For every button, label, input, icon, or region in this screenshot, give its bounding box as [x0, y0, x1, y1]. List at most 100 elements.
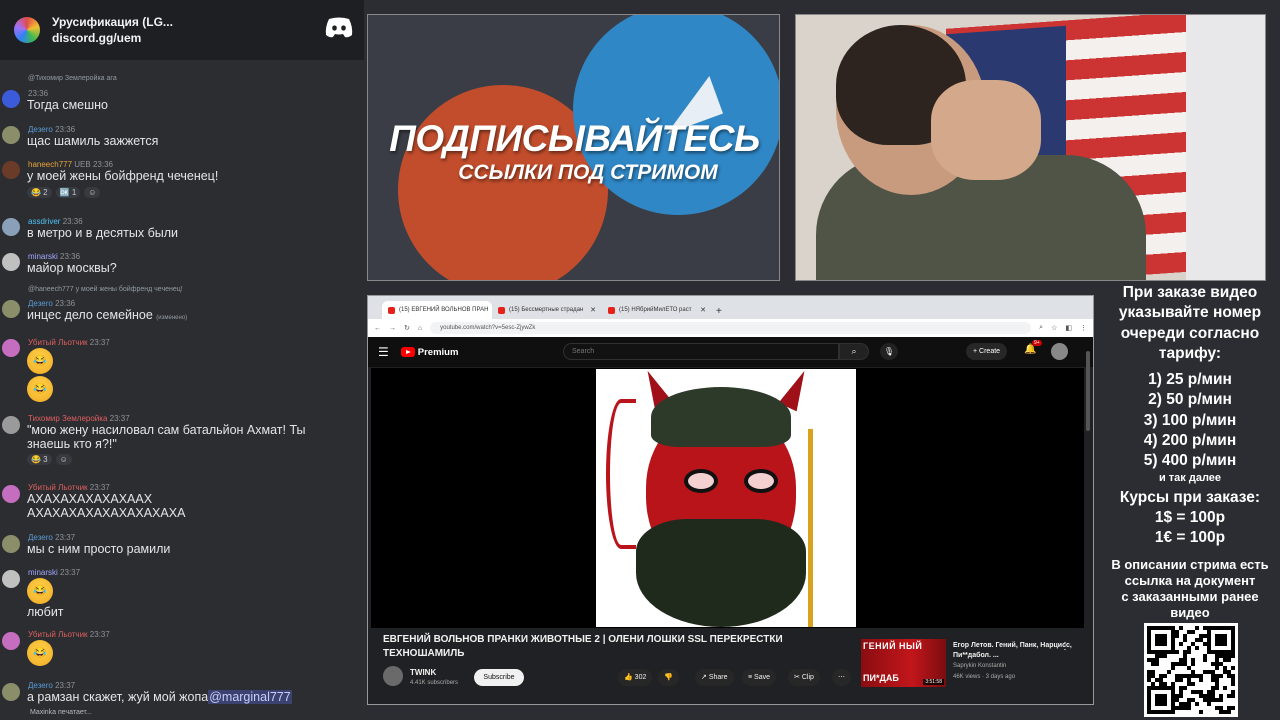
avatar[interactable]: [2, 300, 20, 318]
avatar[interactable]: [2, 683, 20, 701]
message-author[interactable]: Дезеrо: [28, 299, 53, 308]
qr-module: [1203, 658, 1207, 662]
message-author[interactable]: minarski: [28, 252, 58, 261]
message-time: 23:37: [89, 483, 110, 492]
message-author[interactable]: Дезеrо: [28, 125, 53, 134]
reaction[interactable]: ☺: [84, 187, 101, 198]
avatar[interactable]: [2, 632, 20, 650]
video-player[interactable]: [371, 368, 1084, 628]
qr-module: [1171, 710, 1175, 714]
qr-module: [1175, 634, 1179, 638]
close-icon[interactable]: ✕: [700, 306, 706, 314]
message-author[interactable]: minarski: [28, 568, 58, 577]
user-mention[interactable]: @marginal777: [208, 690, 292, 704]
message-time: 23:37: [109, 414, 130, 423]
address-bar: ← → ↻ ⌂ youtube.com/watch?v=5esc-ZjywZk …: [368, 319, 1093, 337]
message-time: 23:37: [55, 533, 76, 542]
qr-module: [1179, 678, 1183, 682]
message-author[interactable]: Тихомир Землеройка: [28, 414, 107, 423]
recommended-thumbnail[interactable]: ГЕНИЙ НЫЙ ПИ*ДАБ 3:51:58: [861, 639, 946, 687]
forward-icon[interactable]: →: [389, 325, 396, 332]
thumbs-up-icon: 👍: [624, 674, 633, 681]
reply-preview[interactable]: @Тихомир Землеройка ага: [28, 75, 117, 82]
reload-icon[interactable]: ↻: [404, 324, 410, 332]
like-button[interactable]: 👍 302: [618, 669, 653, 686]
reaction[interactable]: 🆗 1: [55, 187, 81, 198]
new-tab-icon[interactable]: +: [716, 306, 722, 317]
channel-avatar[interactable]: [383, 666, 403, 686]
qr-module: [1163, 654, 1167, 658]
qr-code[interactable]: [1144, 623, 1238, 717]
search-icon[interactable]: ⌕: [839, 343, 869, 360]
message-author[interactable]: assdriver: [28, 217, 60, 226]
youtube-logo[interactable]: Premium: [400, 346, 459, 358]
back-icon[interactable]: ←: [374, 325, 381, 332]
recommended-title[interactable]: Егор Летов. Гений, Панк, Нарцисс, Пи**да…: [953, 641, 1073, 661]
reaction[interactable]: ☺: [55, 454, 72, 465]
channel-name[interactable]: TWINK: [410, 668, 436, 677]
browser-tab[interactable]: (15) Бессмертные страдан ✕: [492, 301, 602, 319]
close-icon[interactable]: ✕: [590, 306, 596, 314]
devil-beard: [636, 519, 806, 627]
joy-emoji-icon: 😂: [27, 376, 53, 402]
youtube-favicon-icon: [608, 306, 615, 314]
tab-title: (15) НЯбрийМилЕТО раст: [619, 307, 692, 313]
hamburger-menu-icon[interactable]: ☰: [378, 345, 389, 359]
avatar[interactable]: [2, 485, 20, 503]
avatar[interactable]: [2, 416, 20, 434]
more-actions-icon[interactable]: ⋯: [832, 669, 851, 686]
video-title-line2: ТЕХНОШАМИЛЬ: [383, 648, 465, 659]
more-options-icon[interactable]: ⋮: [1060, 641, 1070, 652]
extensions-icon[interactable]: ◧: [1065, 324, 1072, 332]
home-icon[interactable]: ⌂: [418, 325, 422, 332]
message-time: 23:37: [89, 630, 110, 639]
share-icon: ↗: [701, 674, 707, 681]
save-button[interactable]: ≡ Save: [742, 669, 777, 686]
rates-title: Курсы при заказе:: [1119, 488, 1261, 506]
clip-button[interactable]: ✂ Clip: [788, 669, 820, 686]
reply-preview[interactable]: @haneech777 у моей жены бойфренд чеченец…: [28, 286, 183, 293]
joy-emoji-icon: 😂: [27, 578, 53, 604]
avatar[interactable]: [2, 339, 20, 357]
microphone-icon[interactable]: 🎙: [880, 343, 898, 360]
dislike-button[interactable]: 👎: [658, 669, 679, 686]
url-field[interactable]: youtube.com/watch?v=5esc-ZjywZk: [430, 322, 1032, 334]
reaction[interactable]: 😂 3: [27, 454, 52, 465]
browser-tab[interactable]: (15) НЯбрийМилЕТО раст ✕: [602, 301, 712, 319]
info-line: тарифу:: [1158, 344, 1222, 362]
page-scrollbar[interactable]: [1086, 351, 1090, 431]
message-author[interactable]: Дезеrо: [28, 533, 53, 542]
message-author[interactable]: Дезеrо: [28, 681, 53, 690]
message-author[interactable]: Убитый Льотчик: [28, 483, 88, 492]
account-avatar[interactable]: [1051, 343, 1068, 360]
message-time: 23:36: [60, 252, 81, 261]
avatar[interactable]: [2, 90, 20, 108]
message-author[interactable]: Убитый Льотчик: [28, 630, 88, 639]
thumbnail-text: ПИ*ДАБ: [863, 673, 899, 683]
avatar[interactable]: [2, 535, 20, 553]
promo-subline: ССЫЛКИ ПОД СТРИМОМ: [458, 161, 718, 184]
invite-link[interactable]: discord.gg/uem: [52, 30, 173, 46]
message-text: АХАХАХАХАХАХААХ: [27, 492, 153, 506]
avatar[interactable]: [2, 218, 20, 236]
avatar[interactable]: [2, 570, 20, 588]
bookmark-icon[interactable]: ☆: [1051, 324, 1057, 332]
qr-module: [1187, 706, 1191, 710]
zoom-icon[interactable]: ⌕: [1039, 324, 1043, 332]
avatar[interactable]: [2, 161, 20, 179]
menu-icon[interactable]: ⋮: [1080, 324, 1087, 332]
create-button[interactable]: + Create: [966, 343, 1008, 360]
subscribe-button[interactable]: Subscribe: [474, 669, 524, 686]
recommended-channel[interactable]: Saprykin Konstantin: [953, 663, 1006, 669]
message-author[interactable]: Убитый Льотчик: [28, 338, 88, 347]
qr-module: [1167, 670, 1171, 674]
reaction[interactable]: 😂 2: [27, 187, 52, 198]
share-button[interactable]: ↗ Share: [695, 669, 734, 686]
qr-module: [1207, 702, 1211, 706]
search-input[interactable]: Search: [563, 343, 839, 360]
avatar[interactable]: [2, 126, 20, 144]
browser-tab[interactable]: (15) ЕВГЕНИЙ ВОЛЬНОВ ПРАН✕: [382, 301, 492, 319]
message-author[interactable]: haneech777: [28, 160, 72, 169]
youtube-brand: Premium: [417, 346, 459, 358]
avatar[interactable]: [2, 253, 20, 271]
